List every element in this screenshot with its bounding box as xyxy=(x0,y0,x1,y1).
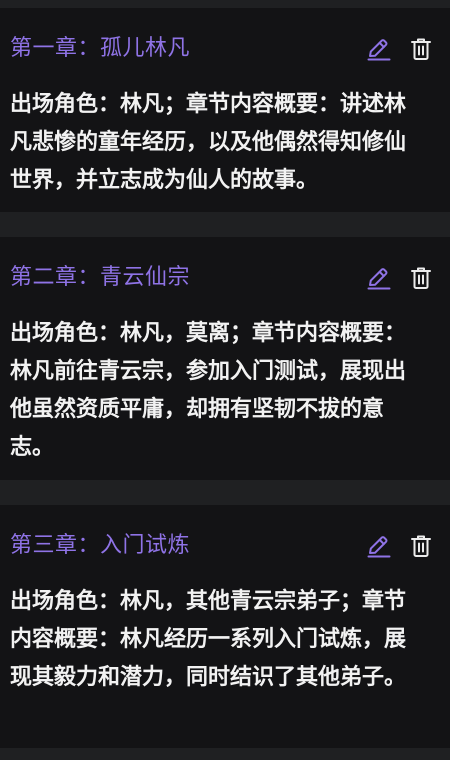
pencil-icon xyxy=(367,536,391,558)
chapter-card-2: 第二章：青云仙宗 出场角色：林凡，莫离；章节内容概要：林凡前往青云宗，参加入门测… xyxy=(0,237,450,480)
edit-button[interactable] xyxy=(366,533,392,559)
edit-button[interactable] xyxy=(366,265,392,291)
trash-icon xyxy=(411,267,431,289)
chapter-card-header: 第一章：孤儿林凡 xyxy=(10,34,434,64)
delete-button[interactable] xyxy=(408,533,434,559)
chapter-card-header: 第二章：青云仙宗 xyxy=(10,263,434,293)
chapter-card-1: 第一章：孤儿林凡 出场角色：林凡；章节内容概要：讲述林凡悲惨的童年经历，以及他偶… xyxy=(0,8,450,212)
chapter-summary: 出场角色：林凡，莫离；章节内容概要：林凡前往青云宗，参加入门测试，展现出他虽然资… xyxy=(10,321,407,460)
chapter-summary: 出场角色：林凡；章节内容概要：讲述林凡悲惨的童年经历，以及他偶然得知修仙世界，并… xyxy=(10,92,407,193)
delete-button[interactable] xyxy=(408,265,434,291)
pencil-icon xyxy=(367,268,391,290)
chapter-title: 第二章：青云仙宗 xyxy=(10,265,191,290)
trash-icon xyxy=(411,38,431,60)
chapter-card-header: 第三章：入门试炼 xyxy=(10,531,434,561)
chapter-title: 第一章：孤儿林凡 xyxy=(10,36,191,61)
edit-button[interactable] xyxy=(366,36,392,62)
delete-button[interactable] xyxy=(408,36,434,62)
chapter-card-3: 第三章：入门试炼 出场角色：林凡，其他青云宗弟子；章节内容概要：林凡经历一系列入… xyxy=(0,505,450,748)
chapter-actions xyxy=(366,265,434,291)
trash-icon xyxy=(411,535,431,557)
chapter-summary: 出场角色：林凡，其他青云宗弟子；章节内容概要：林凡经历一系列入门试炼，展现其毅力… xyxy=(10,589,407,690)
chapter-title: 第三章：入门试炼 xyxy=(10,533,191,558)
chapter-actions xyxy=(366,36,434,62)
chapter-list: 第一章：孤儿林凡 出场角色：林凡；章节内容概要：讲述林凡悲惨的童年经历，以及他偶… xyxy=(0,0,450,760)
chapter-actions xyxy=(366,533,434,559)
pencil-icon xyxy=(367,39,391,61)
